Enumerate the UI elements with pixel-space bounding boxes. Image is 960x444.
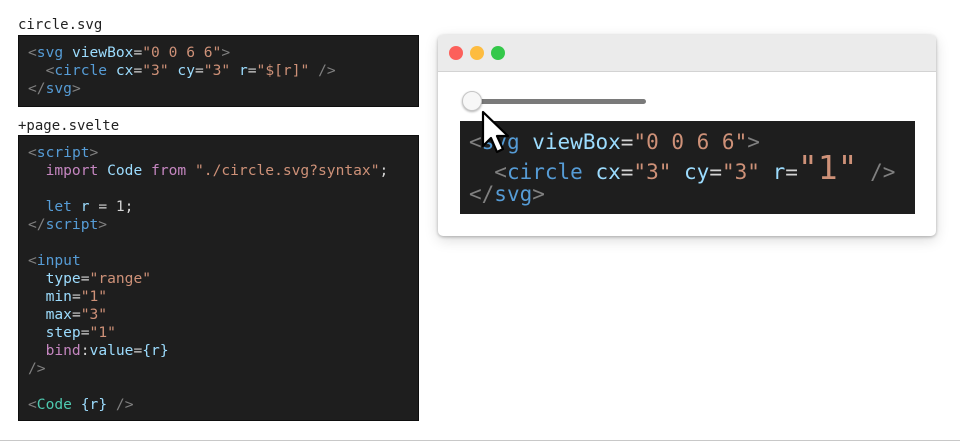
code-line: </svg>	[28, 80, 81, 97]
code-line: <svg viewBox="0 0 6 6">	[28, 44, 231, 61]
code-line: </script>	[28, 216, 108, 233]
mouse-pointer-icon	[481, 110, 510, 154]
code-line: min="1"	[45, 288, 108, 305]
code-line: max="3"	[45, 306, 108, 323]
minimize-window-button[interactable]	[470, 46, 484, 60]
code-line: <input	[28, 252, 81, 269]
file-name-circle-svg: circle.svg	[18, 17, 103, 33]
rendered-code-preview: <svg viewBox="0 0 6 6"> <circle cx="3" c…	[460, 121, 915, 214]
code-line: let r = 1;	[45, 198, 134, 215]
zoom-window-button[interactable]	[491, 46, 505, 60]
code-line: <script>	[28, 144, 99, 161]
code-line: type="range"	[45, 270, 152, 287]
code-panel-page-svelte: <script> import Code from "./circle.svg?…	[18, 135, 419, 421]
code-line: step="1"	[45, 324, 116, 341]
code-line: </svg>	[469, 182, 545, 206]
range-slider-thumb[interactable]	[462, 91, 482, 111]
file-name-page-svelte: +page.svelte	[18, 118, 120, 134]
code-line: import Code from "./circle.svg?syntax";	[45, 162, 389, 179]
code-line: bind:value={r}	[45, 342, 169, 359]
close-window-button[interactable]	[449, 46, 463, 60]
code-line: <circle cx="3" cy="3" r="$[r]" />	[45, 62, 336, 79]
radius-value: 1	[817, 148, 838, 187]
range-slider-track[interactable]	[466, 99, 646, 104]
code-line: <Code {r} />	[28, 396, 134, 413]
code-panel-circle-svg: <svg viewBox="0 0 6 6"> <circle cx="3" c…	[18, 35, 419, 107]
code-line: />	[28, 360, 46, 377]
window-titlebar[interactable]	[438, 35, 936, 72]
divider	[0, 440, 960, 441]
